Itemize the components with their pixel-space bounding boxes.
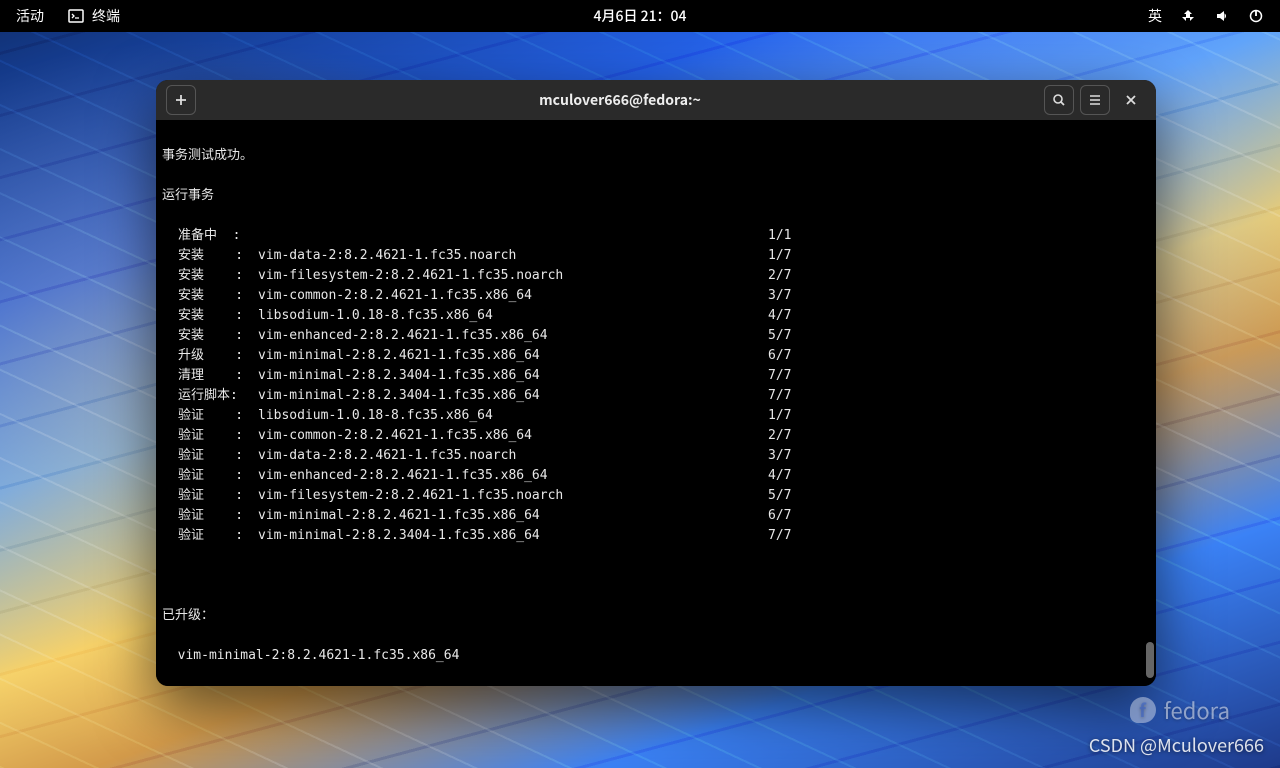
network-icon[interactable] bbox=[1180, 8, 1196, 24]
output-line bbox=[162, 566, 1156, 586]
clock[interactable]: 4月6日 21：04 bbox=[593, 6, 686, 26]
transaction-step: 验证 : vim-minimal-2:8.2.3404-1.fc35.x86_6… bbox=[162, 526, 1156, 546]
transaction-step: 安装 : vim-filesystem-2:8.2.4621-1.fc35.no… bbox=[162, 266, 1156, 286]
transaction-step: 验证 : libsodium-1.0.18-8.fc35.x86_641/7 bbox=[162, 406, 1156, 426]
output-line: 运行事务 bbox=[162, 186, 1156, 206]
activities-button[interactable]: 活动 bbox=[16, 6, 44, 26]
terminal-window: mculover666@fedora:~ 事务测试成功。 运行事务 准备中 : … bbox=[156, 80, 1156, 686]
terminal-body[interactable]: 事务测试成功。 运行事务 准备中 : 1/1 安装 : vim-data-2:8… bbox=[156, 120, 1156, 686]
fedora-text: fedora bbox=[1164, 694, 1230, 726]
terminal-scrollbar[interactable] bbox=[1144, 120, 1154, 686]
current-app-indicator[interactable]: 终端 bbox=[68, 6, 120, 26]
search-icon bbox=[1052, 93, 1066, 107]
transaction-step: 验证 : vim-enhanced-2:8.2.4621-1.fc35.x86_… bbox=[162, 466, 1156, 486]
new-tab-button[interactable] bbox=[166, 85, 196, 115]
close-button[interactable] bbox=[1116, 85, 1146, 115]
gnome-topbar: 活动 终端 4月6日 21：04 英 bbox=[0, 0, 1280, 32]
transaction-step: 准备中 : 1/1 bbox=[162, 226, 1156, 246]
power-icon[interactable] bbox=[1248, 8, 1264, 24]
fedora-logo: f fedora bbox=[1130, 694, 1230, 726]
transaction-step: 验证 : vim-minimal-2:8.2.4621-1.fc35.x86_6… bbox=[162, 506, 1156, 526]
output-line: 已升级： bbox=[162, 606, 1156, 626]
terminal-titlebar[interactable]: mculover666@fedora:~ bbox=[156, 80, 1156, 120]
transaction-step: 清理 : vim-minimal-2:8.2.3404-1.fc35.x86_6… bbox=[162, 366, 1156, 386]
terminal-output: 事务测试成功。 运行事务 准备中 : 1/1 安装 : vim-data-2:8… bbox=[162, 126, 1156, 686]
menu-button[interactable] bbox=[1080, 85, 1110, 115]
transaction-step: 安装 : vim-enhanced-2:8.2.4621-1.fc35.x86_… bbox=[162, 326, 1156, 346]
current-app-label: 终端 bbox=[92, 6, 120, 26]
terminal-title: mculover666@fedora:~ bbox=[204, 90, 1036, 110]
hamburger-icon bbox=[1088, 93, 1102, 107]
plus-icon bbox=[174, 93, 188, 107]
transaction-step: 验证 : vim-common-2:8.2.4621-1.fc35.x86_64… bbox=[162, 426, 1156, 446]
terminal-app-icon bbox=[68, 8, 84, 24]
volume-icon[interactable] bbox=[1214, 8, 1230, 24]
transaction-step: 验证 : vim-filesystem-2:8.2.4621-1.fc35.no… bbox=[162, 486, 1156, 506]
transaction-step: 安装 : vim-data-2:8.2.4621-1.fc35.noarch1/… bbox=[162, 246, 1156, 266]
transaction-step: 升级 : vim-minimal-2:8.2.4621-1.fc35.x86_6… bbox=[162, 346, 1156, 366]
scrollbar-thumb[interactable] bbox=[1146, 642, 1154, 678]
output-line: vim-minimal-2:8.2.4621-1.fc35.x86_64 bbox=[162, 646, 1156, 666]
search-button[interactable] bbox=[1044, 85, 1074, 115]
csdn-watermark: CSDN @Mculover666 bbox=[1089, 732, 1264, 758]
transaction-step: 安装 : libsodium-1.0.18-8.fc35.x86_644/7 bbox=[162, 306, 1156, 326]
transaction-step: 验证 : vim-data-2:8.2.4621-1.fc35.noarch3/… bbox=[162, 446, 1156, 466]
transaction-step: 安装 : vim-common-2:8.2.4621-1.fc35.x86_64… bbox=[162, 286, 1156, 306]
fedora-icon: f bbox=[1130, 697, 1156, 723]
close-icon bbox=[1124, 93, 1138, 107]
ime-indicator[interactable]: 英 bbox=[1148, 6, 1162, 26]
transaction-step: 运行脚本: vim-minimal-2:8.2.3404-1.fc35.x86_… bbox=[162, 386, 1156, 406]
output-line: 事务测试成功。 bbox=[162, 146, 1156, 166]
